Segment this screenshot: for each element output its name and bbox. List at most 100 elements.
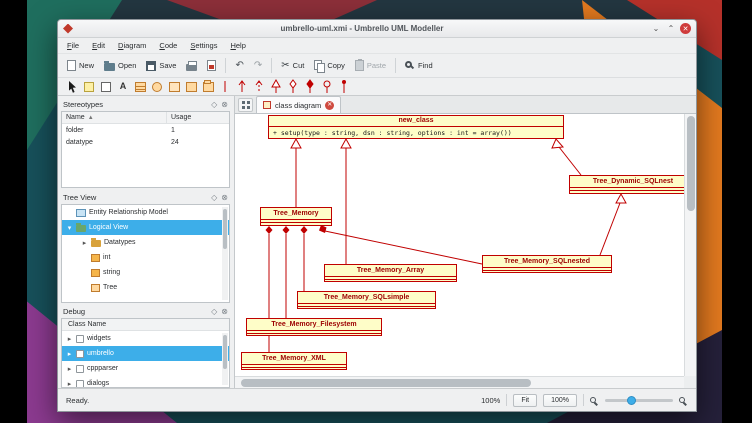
tree-item-datatypes[interactable]: ▸ Datatypes (62, 235, 229, 250)
tree-item-tree[interactable]: Tree (62, 280, 229, 295)
redo-button[interactable]: ↷ (250, 59, 266, 73)
uml-class-tree-memory-sqlsimple[interactable]: Tree_Memory_SQLsimple (297, 291, 436, 309)
titlebar[interactable]: umbrello-uml.xmi - Umbrello UML Modeller… (58, 20, 696, 38)
package-tool[interactable] (201, 80, 215, 94)
datatype-tool[interactable] (167, 80, 181, 94)
menu-diagram[interactable]: Diagram (118, 41, 146, 50)
expander-icon[interactable]: ▸ (66, 350, 73, 358)
close-button[interactable]: ✕ (680, 23, 691, 34)
zoom-slider-handle[interactable] (627, 396, 636, 405)
expander-icon[interactable]: ▸ (66, 335, 73, 343)
tree-view-dock-header[interactable]: Tree View ◇ ⊗ (61, 191, 230, 204)
dock-close-icon[interactable]: ⊗ (221, 308, 228, 316)
zoom-out-icon[interactable] (590, 397, 596, 403)
checkbox[interactable] (76, 350, 84, 358)
box-tool[interactable] (99, 80, 113, 94)
dependency-tool[interactable] (252, 80, 266, 94)
uml-class-tree-dynamic-sqlnested[interactable]: Tree_Dynamic_SQLnest (569, 175, 684, 194)
zoom-in-icon[interactable] (679, 397, 685, 403)
diagram-canvas[interactable]: new_class + setup(type : string, dsn : s… (235, 114, 684, 376)
scrollbar-handle[interactable] (687, 116, 695, 211)
new-button[interactable]: New (63, 58, 98, 73)
tree-item-logical-view[interactable]: ▾ Logical View (62, 220, 229, 235)
debug-scrollbar[interactable] (222, 333, 228, 385)
zoom-slider[interactable] (605, 399, 673, 402)
export-image-button[interactable] (203, 58, 220, 73)
print-button[interactable] (182, 59, 201, 73)
tree-item-entity-relationship-model[interactable]: Entity Relationship Model (62, 205, 229, 220)
expander-icon[interactable]: ▸ (81, 239, 88, 247)
generalization-tool[interactable] (269, 80, 283, 94)
table-row[interactable]: folder 1 (62, 124, 229, 136)
menu-code[interactable]: Code (159, 41, 177, 50)
dock-float-icon[interactable]: ◇ (211, 308, 217, 316)
menu-edit[interactable]: Edit (92, 41, 105, 50)
menu-help[interactable]: Help (230, 41, 245, 50)
stereotypes-dock-header[interactable]: Stereotypes ◇ ⊗ (61, 98, 230, 111)
cursor-arrow-icon (68, 80, 77, 93)
uml-class-tree-memory-sqlnested[interactable]: Tree_Memory_SQLnested (482, 255, 612, 273)
checkbox[interactable] (76, 365, 84, 373)
tab-class-diagram[interactable]: class diagram ✕ (256, 96, 341, 113)
umbrello-app-icon (63, 24, 73, 34)
dock-close-icon[interactable]: ⊗ (221, 101, 228, 109)
note-tool[interactable] (82, 80, 96, 94)
uml-class-tree-memory-filesystem[interactable]: Tree_Memory_Filesystem (246, 318, 382, 336)
canvas-vertical-scrollbar[interactable] (684, 114, 696, 376)
maximize-button[interactable]: ⌃ (665, 23, 677, 35)
canvas-horizontal-scrollbar[interactable] (235, 376, 684, 388)
tree-view-scrollbar[interactable] (222, 207, 228, 300)
undo-button[interactable]: ↶ (231, 59, 247, 73)
dock-float-icon[interactable]: ◇ (211, 194, 217, 202)
paste-button[interactable]: Paste (351, 58, 390, 73)
tree-item-int[interactable]: int (62, 250, 229, 265)
cut-button[interactable]: ✂Cut (277, 59, 308, 73)
column-header-usage[interactable]: Usage (167, 112, 229, 123)
select-tool[interactable] (65, 80, 79, 94)
scrollbar-handle[interactable] (223, 335, 227, 369)
column-header-class-name[interactable]: Class Name (62, 319, 229, 331)
fit-button[interactable]: Fit (513, 394, 537, 407)
scrollbar-handle[interactable] (241, 379, 531, 387)
text-tool[interactable]: A (116, 80, 130, 94)
debug-item-cppparser[interactable]: ▸ cppparser (62, 361, 229, 376)
tab-list-button[interactable] (238, 98, 253, 112)
minimize-button[interactable]: ⌄ (650, 23, 662, 35)
interface-tool[interactable] (150, 80, 164, 94)
debug-item-widgets[interactable]: ▸ widgets (62, 331, 229, 346)
class-tool[interactable] (133, 80, 147, 94)
checkbox[interactable] (76, 380, 84, 388)
table-row[interactable]: datatype 24 (62, 136, 229, 148)
containment-tool[interactable] (320, 80, 334, 94)
save-button[interactable]: Save (142, 59, 180, 73)
association-tool[interactable] (218, 80, 232, 94)
expander-icon[interactable]: ▾ (66, 224, 73, 232)
uml-class-tree-memory[interactable]: Tree_Memory (260, 207, 332, 226)
composition-tool[interactable] (303, 80, 317, 94)
open-button[interactable]: Open (100, 59, 140, 73)
checkbox[interactable] (76, 335, 84, 343)
uml-class-tree-memory-xml[interactable]: Tree_Memory_XML (241, 352, 347, 370)
uml-class-tree-memory-array[interactable]: Tree_Memory_Array (324, 264, 457, 282)
scrollbar-handle[interactable] (223, 209, 227, 249)
debug-item-dialogs[interactable]: ▸ dialogs (62, 376, 229, 388)
column-header-name[interactable]: Name▲ (62, 112, 167, 123)
uml-class-new-class[interactable]: new_class + setup(type : string, dsn : s… (268, 115, 564, 139)
debug-dock-header[interactable]: Debug ◇ ⊗ (61, 305, 230, 318)
aggregation-tool[interactable] (286, 80, 300, 94)
expander-icon[interactable]: ▸ (66, 380, 73, 388)
menu-settings[interactable]: Settings (190, 41, 217, 50)
debug-item-umbrello[interactable]: ▸ umbrello (62, 346, 229, 361)
directional-association-tool[interactable] (235, 80, 249, 94)
zoom-value-button[interactable]: 100% (543, 394, 577, 407)
dock-close-icon[interactable]: ⊗ (221, 194, 228, 202)
find-button[interactable]: Find (401, 59, 437, 72)
tab-close-icon[interactable]: ✕ (325, 101, 334, 110)
expander-icon[interactable]: ▸ (66, 365, 73, 373)
dock-float-icon[interactable]: ◇ (211, 101, 217, 109)
enum-tool[interactable] (184, 80, 198, 94)
menu-file[interactable]: File (67, 41, 79, 50)
anchor-tool[interactable] (337, 80, 351, 94)
tree-item-string[interactable]: string (62, 265, 229, 280)
copy-button[interactable]: Copy (310, 58, 349, 73)
